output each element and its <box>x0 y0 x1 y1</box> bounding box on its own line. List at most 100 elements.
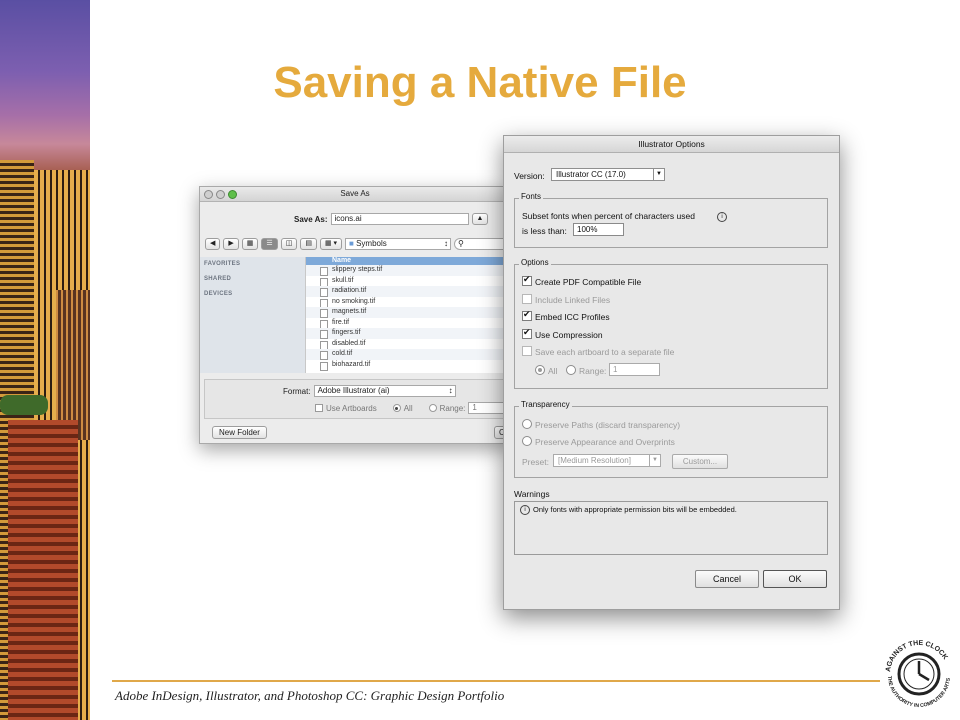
use-artboards-label: Use Artboards <box>326 403 377 413</box>
all-radio <box>535 365 545 375</box>
range-label: Range: <box>439 403 466 413</box>
arrange-button[interactable]: ▦ ▾ <box>319 238 343 250</box>
sidebar-devices[interactable]: DEVICES <box>204 291 232 297</box>
location-popup[interactable]: ■ Symbols ↕ <box>345 238 451 250</box>
search-input[interactable]: ⚲ <box>454 238 510 250</box>
zoom-window-button[interactable] <box>228 190 237 199</box>
city-photo-strip <box>0 0 90 720</box>
subset-percent-input[interactable]: 100% <box>573 223 624 236</box>
close-window-button[interactable] <box>204 190 213 199</box>
use-compression-checkbox[interactable] <box>522 327 532 339</box>
artboard-range-option: Range: <box>566 365 606 376</box>
use-compression-option[interactable]: Use Compression <box>522 327 603 340</box>
file-row[interactable]: magnets.tif <box>306 307 510 318</box>
all-label: All <box>403 403 413 413</box>
fonts-group-label: Fonts <box>519 192 544 201</box>
version-label: Version: <box>514 171 545 181</box>
ok-button[interactable]: OK <box>763 570 827 588</box>
minimize-window-button[interactable] <box>216 190 225 199</box>
file-name: fire.tif <box>332 318 350 326</box>
file-row[interactable]: slippery steps.tif <box>306 265 510 276</box>
dialog-title: Illustrator Options <box>504 136 839 153</box>
file-name: disabled.tif <box>332 339 366 347</box>
trees <box>0 395 48 415</box>
artboard-all-option: All <box>535 365 557 376</box>
all-radio[interactable] <box>392 404 401 412</box>
sidebar-shared[interactable]: SHARED <box>204 276 231 282</box>
sidebar-favorites[interactable]: FAVORITES <box>204 261 240 267</box>
embed-icc-label: Embed ICC Profiles <box>535 312 610 322</box>
range-radio[interactable] <box>428 404 437 412</box>
file-row[interactable]: biohazard.tif <box>306 360 510 371</box>
use-artboards-checkbox[interactable] <box>315 404 323 412</box>
warnings-box: i Only fonts with appropriate permission… <box>514 501 828 555</box>
save-options-panel: Format: Adobe Illustrator (ai) ↕ Use Art… <box>204 379 508 419</box>
list-view-button[interactable]: ☰ <box>261 238 278 250</box>
create-pdf-option[interactable]: Create PDF Compatible File <box>522 274 641 287</box>
embed-icc-checkbox[interactable] <box>522 309 532 321</box>
forward-button[interactable]: ▶ <box>223 238 239 250</box>
file-list[interactable]: Name slippery steps.tif skull.tif radiat… <box>306 257 510 373</box>
file-icon <box>320 361 328 371</box>
version-select[interactable]: Illustrator CC (17.0) ▼ <box>551 168 665 181</box>
save-each-artboard-label: Save each artboard to a separate file <box>535 347 675 357</box>
slide-title: Saving a Native File <box>273 58 687 107</box>
use-compression-label: Use Compression <box>535 330 603 340</box>
file-row[interactable]: skull.tif <box>306 276 510 287</box>
building-3 <box>56 290 90 440</box>
coverflow-view-button[interactable]: ▤ <box>300 238 317 250</box>
file-row[interactable]: fire.tif <box>306 318 510 329</box>
file-name: skull.tif <box>332 276 354 284</box>
file-row[interactable]: no smoking.tif <box>306 297 510 308</box>
icon-view-button[interactable]: ▦ <box>241 238 259 250</box>
file-row[interactable]: disabled.tif <box>306 339 510 350</box>
transparency-group-label: Transparency <box>519 400 572 409</box>
preserve-appearance-option: Preserve Appearance and Overprints <box>522 436 675 447</box>
file-row[interactable]: fingers.tif <box>306 328 510 339</box>
file-name: fingers.tif <box>332 329 361 336</box>
footer-text: Adobe InDesign, Illustrator, and Photosh… <box>115 688 505 703</box>
transparency-group: Transparency Preserve Paths (discard tra… <box>514 400 828 478</box>
warnings-label: Warnings <box>514 489 550 499</box>
file-name: biohazard.tif <box>332 360 371 368</box>
folder-icon: ■ <box>349 239 354 248</box>
embed-icc-option[interactable]: Embed ICC Profiles <box>522 309 610 322</box>
preset-select: [Medium Resolution] ▼ <box>553 454 661 467</box>
expand-button[interactable]: ▲ <box>471 213 489 225</box>
column-view-button[interactable]: ◫ <box>280 238 298 250</box>
file-name: cold.tif <box>332 350 353 357</box>
format-value: Adobe Illustrator (ai) <box>317 386 390 395</box>
save-each-artboard-checkbox <box>522 346 532 356</box>
format-select[interactable]: Adobe Illustrator (ai) ↕ <box>313 385 456 397</box>
cancel-button[interactable]: Cancel <box>695 570 759 588</box>
range-input: 1 <box>609 363 660 376</box>
building-4 <box>8 420 78 720</box>
save-as-window: Save As Save As: icons.ai ▲ ◀ ▶ ▦ ☰ ◫ ▤ … <box>199 186 511 444</box>
name-column-header[interactable]: Name <box>306 257 510 265</box>
back-button[interactable]: ◀ <box>205 238 221 250</box>
popup-arrows-icon: ↕ <box>448 386 453 395</box>
preserve-appearance-label: Preserve Appearance and Overprints <box>535 437 675 447</box>
save-as-label: Save As: <box>294 214 328 224</box>
new-folder-button[interactable]: New Folder <box>212 426 267 439</box>
footer-rule <box>112 680 880 682</box>
version-value: Illustrator CC (17.0) <box>556 170 626 179</box>
filename-input[interactable]: icons.ai <box>330 213 469 225</box>
save-as-title: Save As <box>340 189 370 198</box>
file-name: slippery steps.tif <box>332 266 383 273</box>
format-label: Format: <box>283 386 311 396</box>
illustrator-options-dialog: Illustrator Options Version: Illustrator… <box>503 135 840 610</box>
popup-arrows-icon: ↕ <box>444 239 448 248</box>
file-row[interactable]: radiation.tif <box>306 286 510 297</box>
custom-button: Custom... <box>672 454 728 469</box>
range-input[interactable]: 1 <box>468 402 507 414</box>
finder-sidebar: FAVORITES SHARED DEVICES <box>200 257 306 373</box>
save-as-titlebar: Save As <box>200 187 510 202</box>
preserve-paths-radio <box>522 419 532 429</box>
file-row[interactable]: cold.tif <box>306 349 510 360</box>
options-group-label: Options <box>519 258 551 267</box>
create-pdf-checkbox[interactable] <box>522 274 532 286</box>
subset-label-2: is less than: <box>522 226 567 236</box>
all-label: All <box>548 366 558 376</box>
dropdown-arrow-icon: ▼ <box>649 455 660 466</box>
